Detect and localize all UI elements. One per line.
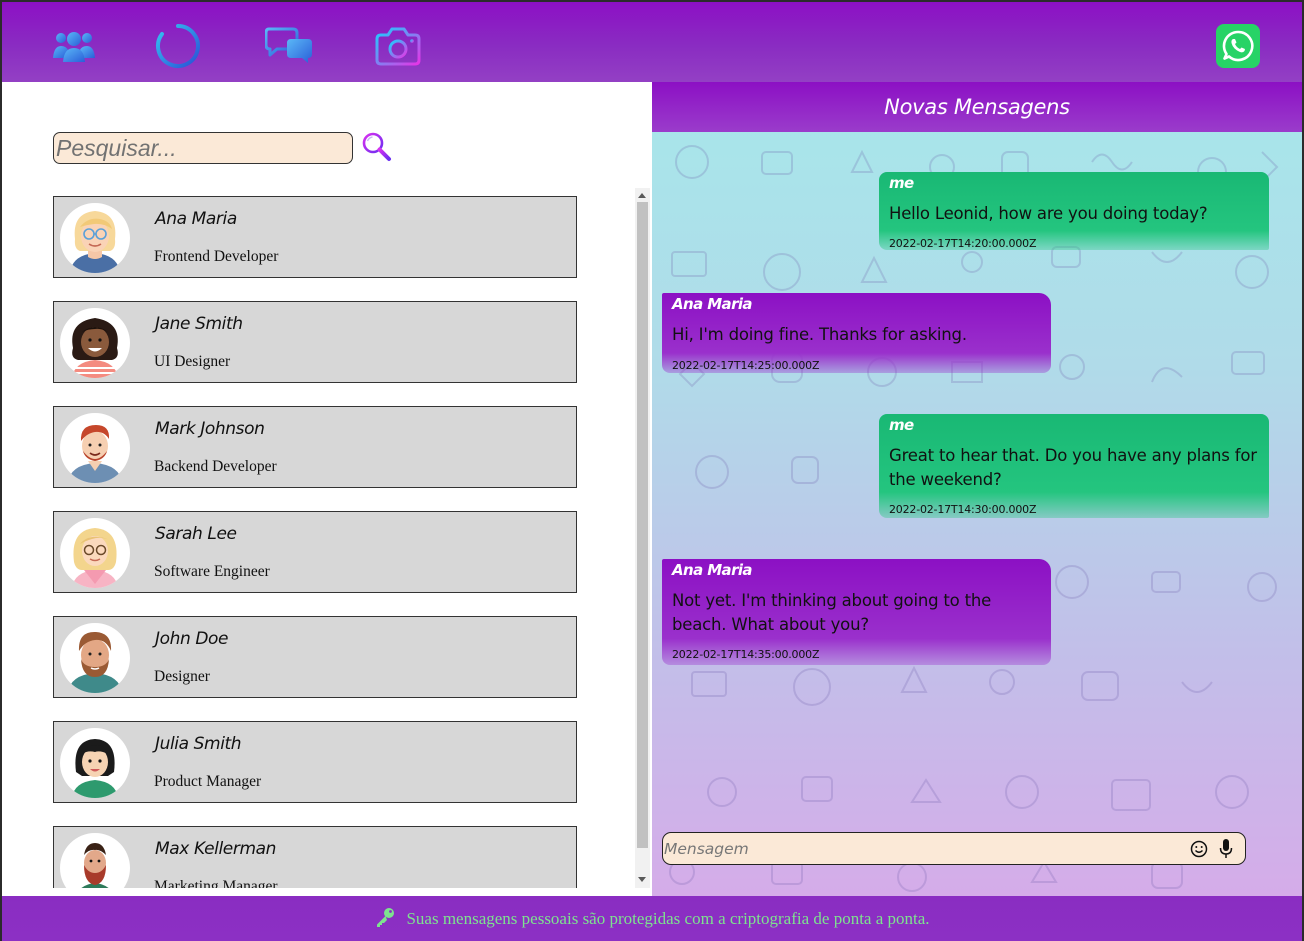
- message-compose-bar: [662, 832, 1246, 865]
- avatar: [60, 728, 130, 798]
- search-icon[interactable]: [359, 130, 393, 164]
- message-sender: me: [889, 174, 914, 192]
- contact-item[interactable]: Sarah Lee Software Engineer: [53, 511, 577, 593]
- contact-item[interactable]: Jane Smith UI Designer: [53, 301, 577, 383]
- message-text: Great to hear that. Do you have any plan…: [889, 446, 1257, 489]
- contact-item[interactable]: Max Kellerman Marketing Manager: [53, 826, 577, 888]
- contact-name: Julia Smith: [155, 734, 242, 754]
- avatar: [60, 623, 130, 693]
- contact-item[interactable]: John Doe Designer: [53, 616, 577, 698]
- contact-name: Jane Smith: [155, 314, 243, 334]
- contact-item[interactable]: Ana Maria Frontend Developer: [53, 196, 577, 278]
- contact-role: Designer: [154, 668, 210, 685]
- contact-role: Marketing Manager: [154, 878, 278, 888]
- contact-item[interactable]: Julia Smith Product Manager: [53, 721, 577, 803]
- contact-item[interactable]: Mark Johnson Backend Developer: [53, 406, 577, 488]
- contact-name: John Doe: [155, 629, 229, 649]
- scroll-down-arrow-icon[interactable]: [638, 877, 646, 882]
- microphone-icon[interactable]: [1219, 838, 1233, 860]
- search-box: [53, 132, 353, 164]
- message-text: Hi, I'm doing fine. Thanks for asking.: [672, 325, 967, 344]
- contact-name: Max Kellerman: [155, 839, 276, 859]
- chat-bubbles-icon[interactable]: [265, 22, 313, 70]
- message-bubble-sent: me Great to hear that. Do you have any p…: [879, 414, 1269, 518]
- message-text: Not yet. I'm thinking about going to the…: [672, 591, 992, 634]
- message-bubble-received: Ana Maria Hi, I'm doing fine. Thanks for…: [662, 293, 1051, 373]
- contact-name: Mark Johnson: [155, 419, 265, 439]
- scroll-thumb[interactable]: [637, 202, 648, 848]
- contact-name: Ana Maria: [155, 209, 237, 229]
- chat-panel: Novas Mensagens me Hello Leonid, how are…: [652, 82, 1302, 896]
- encryption-notice: Suas mensagens pessoais são protegidas c…: [406, 908, 930, 928]
- chat-title: Novas Mensagens: [884, 95, 1070, 119]
- avatar: [60, 308, 130, 378]
- message-sender: Ana Maria: [672, 561, 753, 579]
- users-icon[interactable]: [50, 22, 98, 70]
- status-ring-icon[interactable]: [154, 22, 202, 70]
- message-timestamp: 2022-02-17T14:25:00.000Z: [672, 359, 820, 372]
- top-navigation-bar: [2, 2, 1302, 82]
- message-sender: me: [889, 416, 914, 434]
- camera-icon[interactable]: [374, 22, 422, 70]
- message-text: Hello Leonid, how are you doing today?: [889, 204, 1208, 223]
- key-icon: [374, 906, 396, 932]
- whatsapp-icon[interactable]: [1216, 24, 1260, 68]
- message-timestamp: 2022-02-17T14:35:00.000Z: [672, 648, 820, 661]
- contact-list: Ana Maria Frontend Developer Jane Smith …: [2, 196, 634, 888]
- contact-role: Software Engineer: [154, 563, 270, 580]
- scroll-up-arrow-icon[interactable]: [638, 193, 646, 198]
- contact-role: UI Designer: [154, 353, 231, 370]
- search-input[interactable]: [53, 132, 353, 164]
- avatar: [60, 203, 130, 273]
- contact-role: Frontend Developer: [154, 248, 279, 265]
- encryption-footer: Suas mensagens pessoais são protegidas c…: [2, 896, 1302, 941]
- message-sender: Ana Maria: [672, 295, 753, 313]
- contact-name: Sarah Lee: [155, 524, 237, 544]
- contacts-scrollbar[interactable]: [635, 188, 650, 888]
- emoji-icon[interactable]: [1190, 840, 1208, 858]
- message-input[interactable]: [664, 836, 1174, 861]
- message-bubble-received: Ana Maria Not yet. I'm thinking about go…: [662, 559, 1051, 665]
- message-timestamp: 2022-02-17T14:20:00.000Z: [889, 237, 1037, 250]
- contact-role: Backend Developer: [154, 458, 277, 475]
- contacts-panel: Ana Maria Frontend Developer Jane Smith …: [2, 82, 652, 896]
- avatar: [60, 518, 130, 588]
- chat-header: Novas Mensagens: [652, 82, 1302, 132]
- message-timestamp: 2022-02-17T14:30:00.000Z: [889, 503, 1037, 516]
- message-bubble-sent: me Hello Leonid, how are you doing today…: [879, 172, 1269, 250]
- contact-role: Product Manager: [154, 773, 262, 790]
- avatar: [60, 833, 130, 888]
- avatar: [60, 413, 130, 483]
